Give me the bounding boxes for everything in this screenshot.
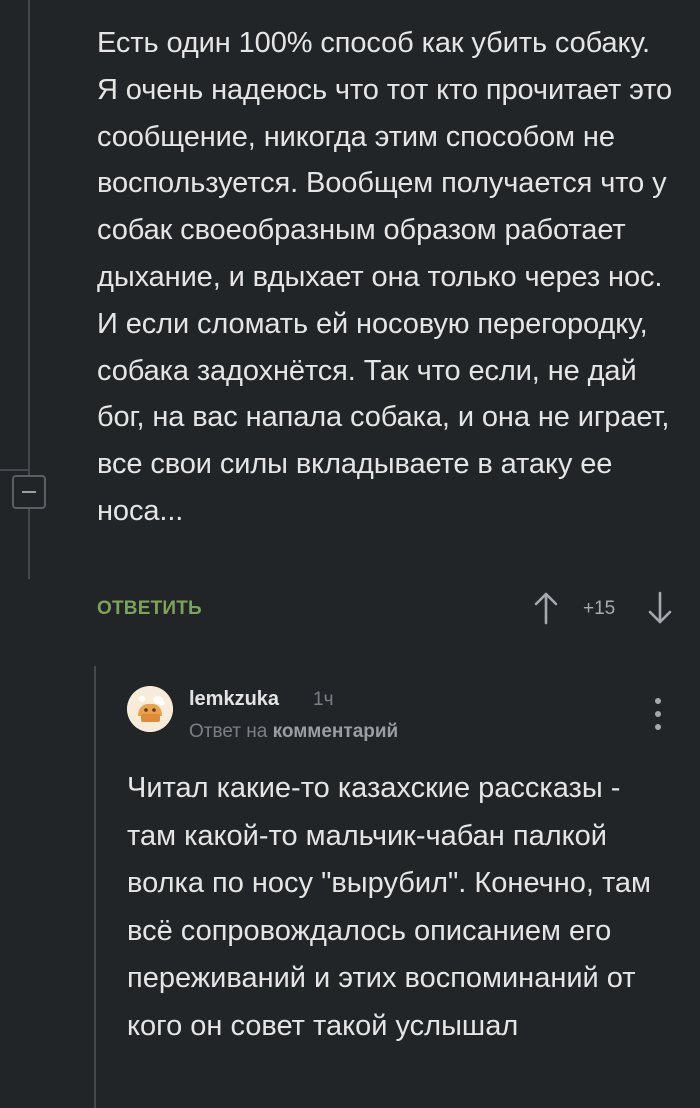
reply-button[interactable]: ОТВЕТИТЬ [97,598,202,620]
reply-comment-body: Читал какие-то казахские рассказы - там … [127,772,651,1042]
thread-line-branch [0,469,28,471]
reply-to-info: Ответ на комментарий [189,721,398,743]
reply-to-prefix: Ответ на [189,721,268,742]
reply-to-link[interactable]: комментарий [273,721,399,742]
arrow-down-icon[interactable] [646,590,674,626]
avatar-image [127,686,173,732]
comment-rating: +15 [583,598,616,619]
comment-actions: ОТВЕТИТЬ +15 [97,588,677,630]
menu-dot [655,698,661,704]
thread-line-bottom [28,509,30,579]
comments-page: Есть один 100% способ как убить собаку. … [0,0,700,1108]
more-vertical-icon[interactable] [646,698,670,730]
arrow-up-icon[interactable] [532,590,560,626]
minus-icon [22,491,36,493]
menu-dot [655,724,661,730]
menu-dot [655,711,661,717]
comment-time: 1ч [313,689,334,710]
thread-line-top [28,0,30,475]
collapse-thread-button[interactable] [12,475,46,509]
comment-body: Есть один 100% способ как убить собаку. … [97,27,673,527]
comment-author[interactable]: lemkzuka [189,688,279,711]
reply-thread-line [94,666,96,1108]
avatar[interactable] [127,686,173,732]
